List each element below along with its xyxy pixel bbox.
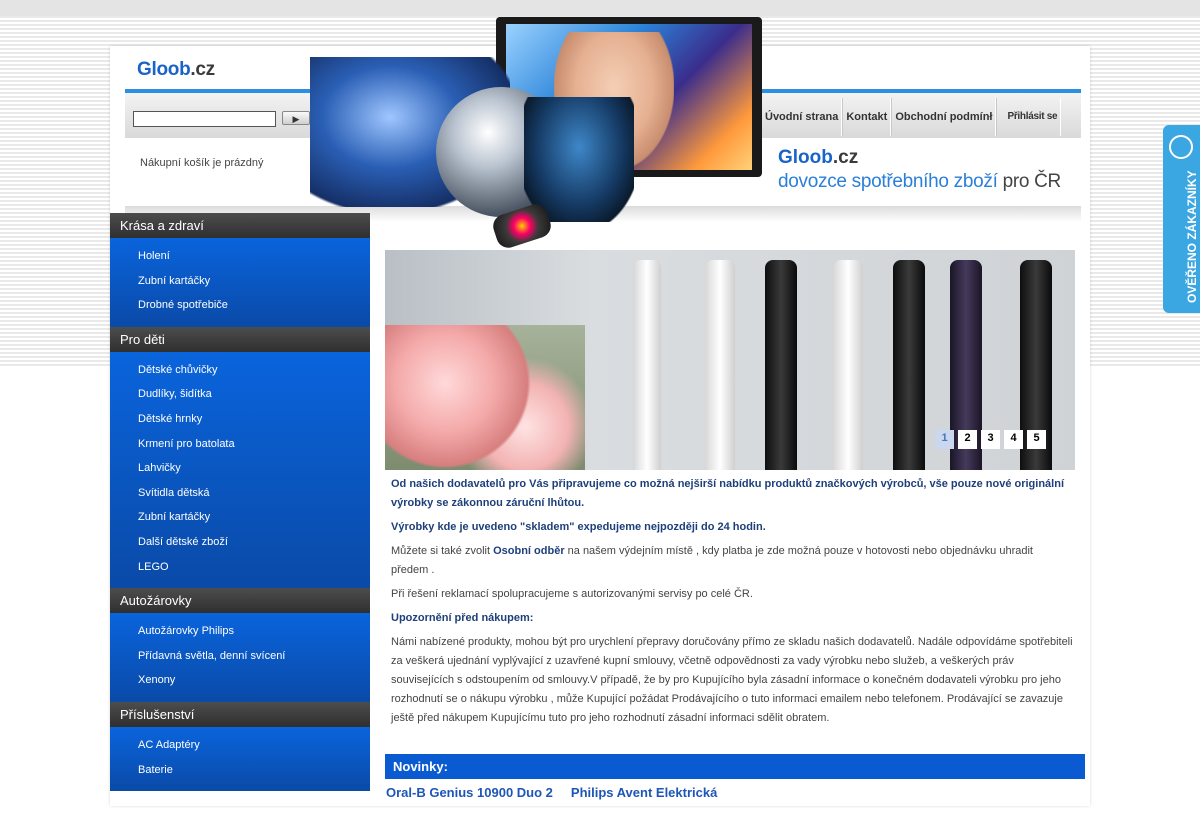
banner-tagline-text: dovozce spotřebního zboží	[778, 171, 998, 192]
toothbrush-image	[705, 260, 735, 470]
category-item[interactable]: Krmení pro batolata	[110, 432, 370, 457]
top-bar	[0, 0, 1200, 16]
header-banner: Gloob.cz dovozce spotřebního zboží pro Č…	[778, 147, 1061, 193]
category-header[interactable]: Krása a zdraví	[110, 213, 370, 238]
product-link[interactable]: Philips Avent Elektrická	[571, 785, 717, 800]
toothbrush-image	[893, 260, 925, 470]
toothbrush-image	[633, 260, 661, 470]
nav-home[interactable]: Úvodní strana	[761, 98, 843, 136]
category-item[interactable]: Lahvičky	[110, 456, 370, 481]
product-link[interactable]: Oral-B Genius 10900 Duo 2	[386, 785, 553, 800]
slider-pager: 1 2 3 4 5	[935, 430, 1046, 449]
slider-page-button[interactable]: 1	[935, 430, 954, 449]
toothbrush-image	[833, 260, 863, 470]
category-sidebar: Krása a zdraví Holení Zubní kartáčky Dro…	[110, 213, 370, 813]
news-products: Oral-B Genius 10900 Duo 2 Philips Avent …	[386, 785, 717, 800]
category-item[interactable]: Dětské chůvičky	[110, 358, 370, 383]
category-header[interactable]: Pro děti	[110, 326, 370, 352]
category-list: Dětské chůvičky Dudlíky, šidítka Dětské …	[110, 351, 370, 589]
verified-badge-text: OVĚŘENO ZÁKAZNÍKY	[1185, 170, 1199, 303]
category-item[interactable]: Autožárovky Philips	[110, 619, 370, 644]
logo-main: Gloob	[137, 59, 191, 80]
complaints-paragraph: Při řešení reklamací spolupracujeme s au…	[391, 588, 753, 600]
intro-paragraph: Od našich dodavatelů pro Vás připravujem…	[391, 478, 1064, 509]
shaver-image	[524, 97, 634, 222]
slider-page-button[interactable]: 4	[1004, 430, 1023, 449]
category-list: Autožárovky Philips Přídavná světla, den…	[110, 613, 370, 702]
banner-tagline-suffix: pro ČR	[1002, 171, 1062, 192]
nav-login[interactable]: Přihlásit se	[996, 98, 1062, 136]
verified-icon	[1169, 135, 1193, 159]
category-list: Holení Zubní kartáčky Drobné spotřebiče	[110, 238, 370, 327]
intro-text: Od našich dodavatelů pro Vás připravujem…	[391, 475, 1073, 733]
category-item[interactable]: Dětské hrnky	[110, 407, 370, 432]
cart-status[interactable]: Nákupní košík je prázdný	[140, 157, 264, 169]
pickup-text-a: Můžete si také zvolit	[391, 545, 494, 557]
category-item[interactable]: Přídavná světla, denní svícení	[110, 644, 370, 669]
category-item[interactable]: Dudlíky, šidítka	[110, 382, 370, 407]
category-item[interactable]: Xenony	[110, 668, 370, 693]
site-logo[interactable]: Gloob.cz	[137, 59, 215, 81]
category-item[interactable]: LEGO	[110, 555, 370, 580]
pickup-link: Osobní odběr	[493, 545, 565, 557]
verified-badge[interactable]: OVĚŘENO ZÁKAZNÍKY	[1163, 125, 1200, 313]
pickup-paragraph: Můžete si také zvolit Osobní odběr na na…	[391, 542, 1073, 580]
nav-terms[interactable]: Obchodní podmínł	[891, 98, 997, 136]
search-input[interactable]	[133, 111, 276, 127]
toothbrush-image	[765, 260, 797, 470]
banner-brand-main: Gloob	[778, 147, 833, 168]
category-header[interactable]: Autožárovky	[110, 588, 370, 614]
category-item[interactable]: Zubní kartáčky	[110, 505, 370, 530]
category-item[interactable]: Další dětské zboží	[110, 530, 370, 555]
category-item[interactable]: Zubní kartáčky	[110, 269, 370, 294]
category-item[interactable]: Svítidla dětská	[110, 481, 370, 506]
category-item[interactable]: Drobné spotřebiče	[110, 293, 370, 318]
shipping-note: Výrobky kde je uvedeno "skladem" expeduj…	[391, 521, 766, 533]
warning-heading: Upozornění před nákupem:	[391, 612, 534, 624]
main-nav: Úvodní strana Kontakt Obchodní podmínł P…	[761, 98, 1062, 136]
banner-brand-tld: .cz	[832, 147, 859, 168]
news-header: Novinky:	[385, 754, 1085, 779]
roses-image	[385, 325, 585, 470]
category-item[interactable]: Baterie	[110, 758, 370, 783]
slider-page-button[interactable]: 2	[958, 430, 977, 449]
banner-tagline: dovozce spotřebního zboží pro ČR	[778, 171, 1061, 193]
category-header[interactable]: Příslušenství	[110, 701, 370, 727]
category-list: AC Adaptéry Baterie	[110, 726, 370, 792]
image-slider[interactable]: 1 2 3 4 5	[385, 250, 1075, 470]
warning-paragraph: Námi nabízené produkty, mohou být pro ur…	[391, 636, 1073, 724]
category-item[interactable]: Holení	[110, 244, 370, 269]
nav-contact[interactable]: Kontakt	[842, 98, 892, 136]
slider-page-button[interactable]: 5	[1027, 430, 1046, 449]
logo-tld: .cz	[190, 59, 215, 80]
category-item[interactable]: AC Adaptéry	[110, 733, 370, 758]
banner-brand: Gloob.cz	[778, 147, 1061, 169]
slider-page-button[interactable]: 3	[981, 430, 1000, 449]
